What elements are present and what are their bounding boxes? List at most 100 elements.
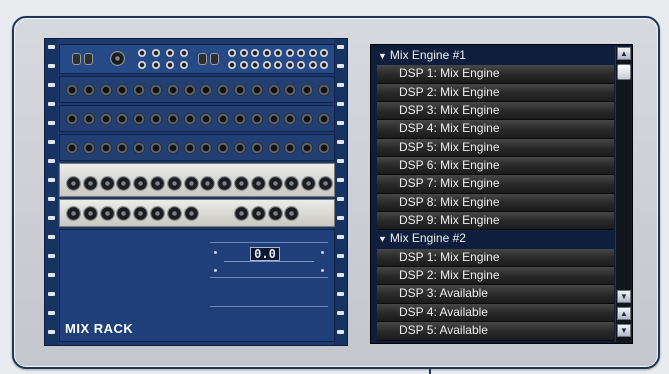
rack-rail-left [45,39,58,345]
jack-icon [82,142,95,154]
dsp-item-label: DSP 7: Mix Engine [399,176,500,191]
rack-hole-icon [48,197,55,201]
dsp-item-label: DSP 2: Mix Engine [399,84,500,99]
jack-icon [150,84,162,96]
rack-hole-icon [48,273,55,277]
jack-icon [217,113,230,125]
page-up-icon[interactable]: ▲ [617,307,631,320]
jack-icon [99,84,112,96]
dsp-item-label: DSP 6: Mix Engine [399,158,500,173]
mix-engine-group-header[interactable]: ▼ Mix Engine #2 [374,230,614,248]
rack-hole-icon [337,83,344,87]
mix-rack[interactable]: 0.0 MIX RACK [44,38,348,346]
xlr-connector-icon [200,176,216,191]
jack-icon [284,113,297,125]
group-label: Mix Engine #1 [389,48,466,62]
connector-icon [239,49,248,57]
xlr-connector-icon [234,176,249,191]
dsp-list-item[interactable]: DSP 2: Mix Engine [377,83,614,103]
dsp-list-item[interactable]: DSP 1: Mix Engine [377,65,614,84]
scroll-down-icon[interactable]: ▼ [617,290,631,303]
connector-icon [251,49,259,57]
mix-engine-group-header[interactable]: ▼ Mix Engine #1 [374,47,614,65]
jack-icon [66,84,78,96]
expand-triangle-icon[interactable]: ▼ [378,51,387,61]
dsp-item-label: DSP 2: Mix Engine [399,268,500,283]
jack-icon [301,84,314,96]
dsp-list-item[interactable]: DSP 5: Mix Engine [377,138,614,158]
rack-hole-icon [337,292,344,296]
jack-icon [183,142,196,154]
rack-hole-icon [337,235,344,239]
screw-icon [214,269,217,272]
rack-hole-icon [337,45,344,49]
dsp-list-item[interactable]: DSP 5: Available [377,322,614,341]
screw-icon [321,251,324,254]
dsp-list-item[interactable]: DSP 7: Mix Engine [377,175,614,194]
dsp-list-item[interactable]: DSP 4: Mix Engine [377,120,614,139]
rack-xlr-panel-2 [59,199,335,227]
rack-hole-icon [48,292,55,296]
rack-divider [210,306,328,307]
dsp-list-item[interactable]: DSP 6: Mix Engine [377,157,614,176]
connector-icon [274,61,282,69]
jack-icon [284,142,297,154]
xlr-connector-icon [234,206,249,221]
group-label: Mix Engine #2 [389,231,466,246]
rack-jack-row-3 [59,134,335,161]
rack-rail-right [334,39,347,345]
page-down-icon[interactable]: ▼ [617,324,631,337]
rack-hole-icon [337,64,344,68]
dsp-item-label: DSP 1: Mix Engine [399,66,500,81]
jack-icon [116,113,129,125]
dsp-list-scrollbar[interactable]: ▲ ▼ ▲ ▼ [615,47,631,342]
connector-icon [308,49,317,57]
connector-icon [320,49,328,57]
jack-icon [99,113,112,125]
screw-icon [214,251,217,254]
xlr-connector-icon [110,51,125,66]
dsp-list-item[interactable]: DSP 3: Mix Engine [377,102,614,121]
dsp-item-label: DSP 9: Mix Engine [399,213,500,228]
knob-icon [210,53,219,65]
dsp-list-item[interactable]: DSP 1: Mix Engine [377,248,614,268]
scroll-thumb[interactable] [617,64,631,80]
connector-icon [274,49,282,57]
dsp-list-item[interactable]: DSP 4: Available [377,303,614,323]
xlr-connector-icon [133,206,149,221]
scroll-up-icon[interactable]: ▲ [617,47,631,60]
connector-icon [308,61,317,69]
expand-triangle-icon[interactable]: ▼ [378,234,387,244]
jack-icon [234,84,246,96]
jack-icon [234,142,246,154]
jack-icon [99,142,112,154]
jack-icon [318,84,330,96]
dsp-list-item[interactable]: DSP 2: Mix Engine [377,267,614,286]
rack-module[interactable]: 0.0 [210,242,328,278]
dsp-item-label: DSP 3: Mix Engine [399,103,500,118]
rack-hole-icon [48,45,55,49]
jack-icon [116,142,129,154]
jack-icon [150,113,162,125]
connector-icon [138,49,146,57]
jack-icon [250,84,263,96]
xlr-connector-icon [318,176,333,191]
dsp-list-item[interactable]: DSP 3: Available [377,285,614,304]
jack-icon [318,113,330,125]
rack-hole-icon [48,121,55,125]
rack-hole-icon [337,273,344,277]
jack-icon [267,142,280,154]
jack-icon [267,84,280,96]
module-display: 0.0 [250,247,280,261]
dsp-list-item[interactable]: DSP 9: Mix Engine [377,212,614,231]
jack-icon [66,142,78,154]
jack-icon [217,142,230,154]
xlr-connector-icon [66,176,81,191]
dsp-list-item[interactable]: DSP 8: Mix Engine [377,193,614,213]
jack-icon [133,142,146,154]
xlr-connector-icon [99,206,115,221]
jack-icon [116,84,129,96]
jack-icon [82,113,95,125]
connector-icon [251,61,259,69]
xlr-connector-icon [250,206,266,221]
